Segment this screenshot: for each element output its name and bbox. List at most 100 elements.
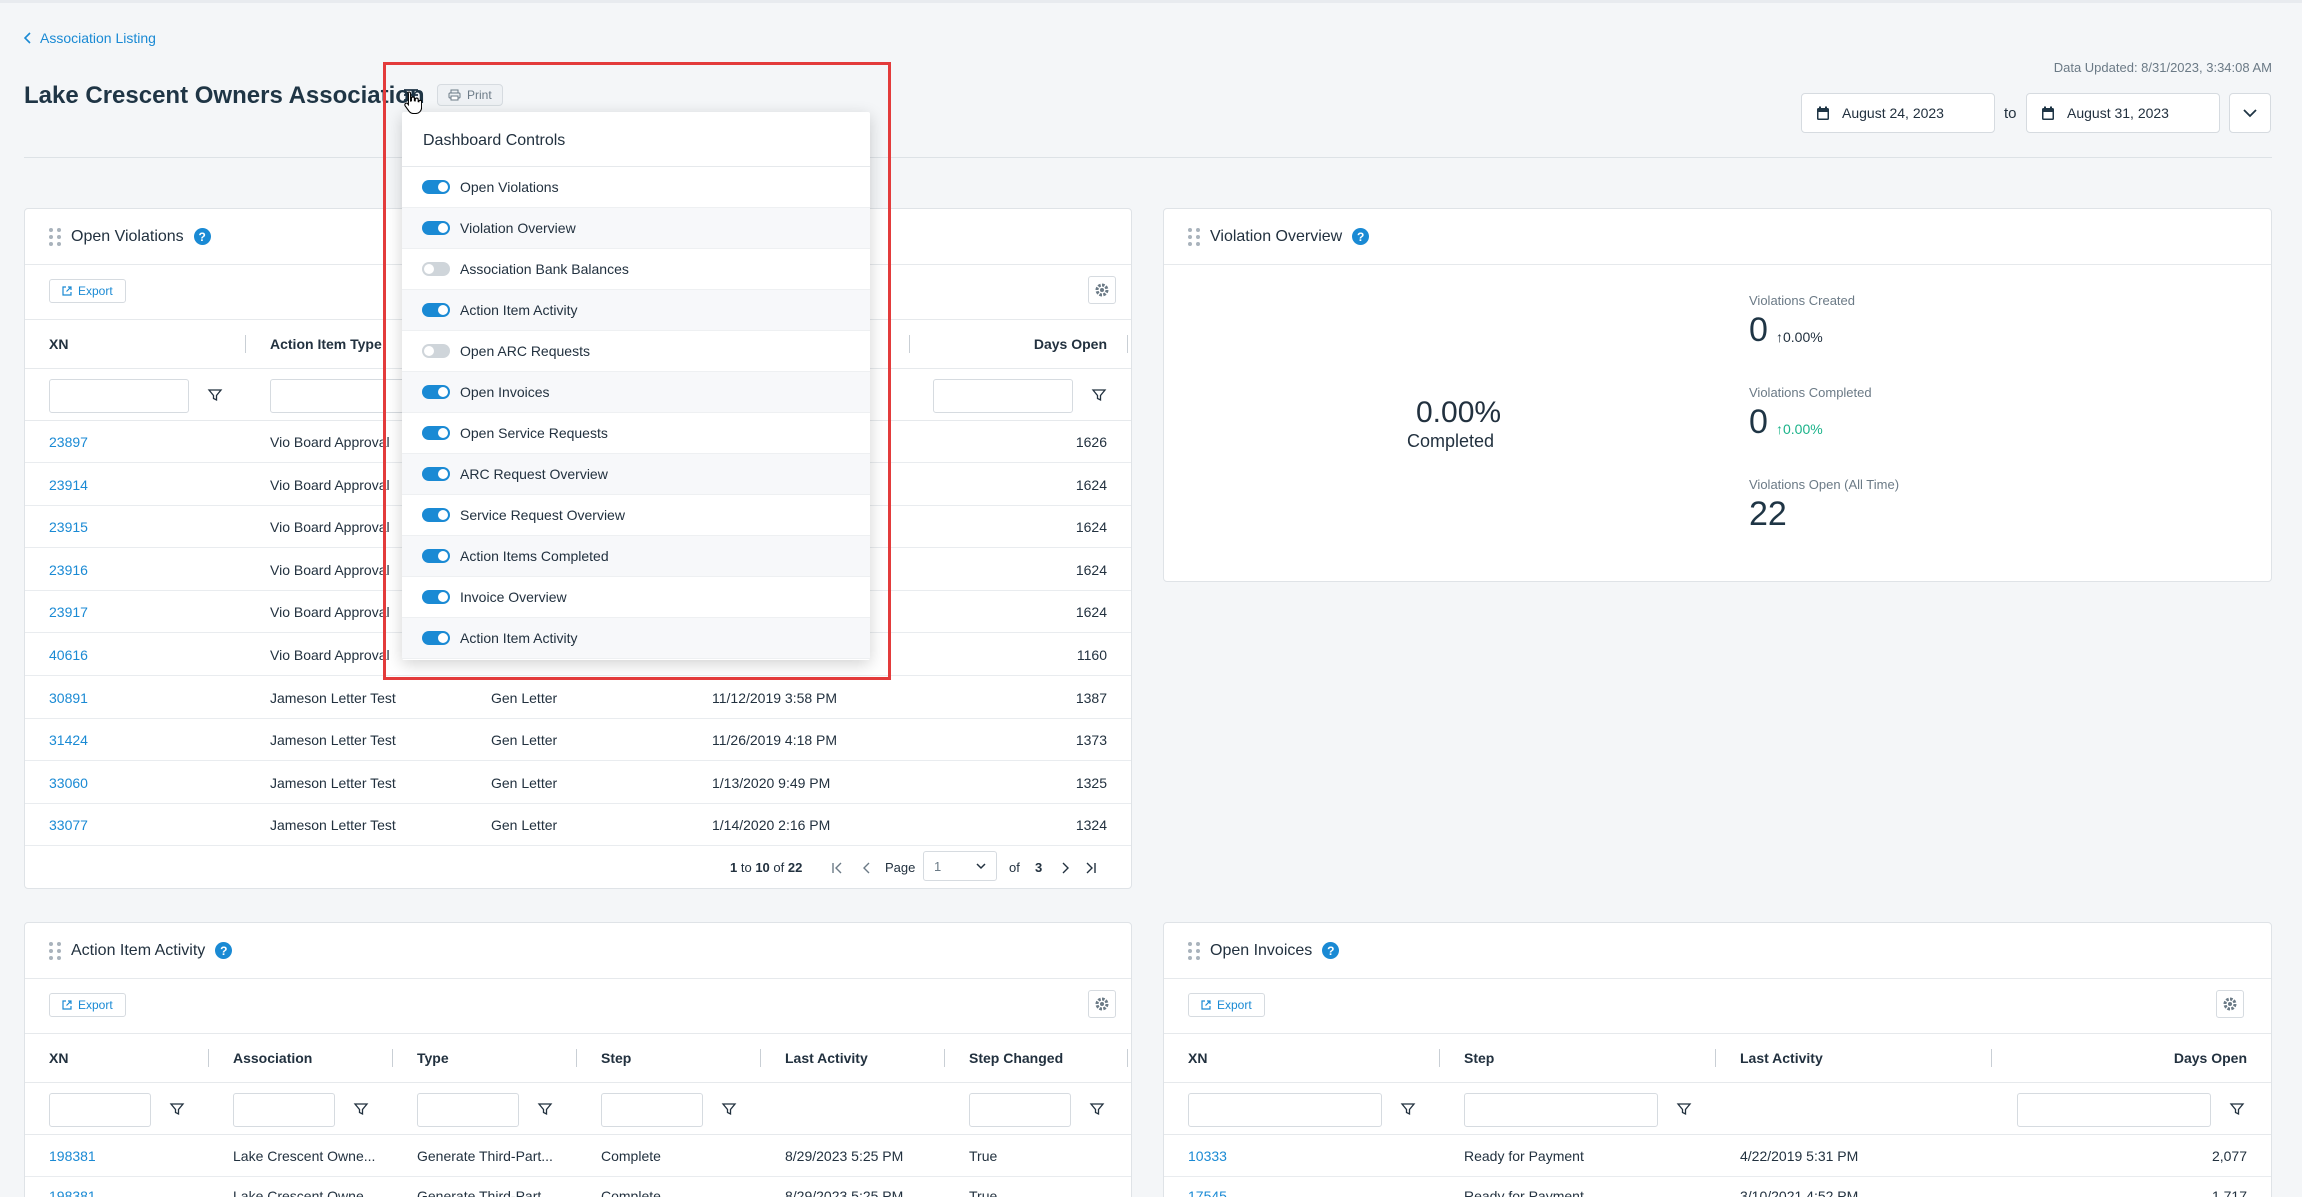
filter-days-open-input[interactable]	[933, 379, 1073, 413]
range-total: 22	[787, 860, 803, 875]
column-header-action-item-type[interactable]: Action Item Type	[270, 336, 382, 352]
help-icon[interactable]: ?	[215, 942, 233, 959]
column-header-step[interactable]: Step	[601, 1050, 631, 1066]
completed-percentage: 0.00%	[1416, 396, 1502, 429]
table-row[interactable]: 198381 Lake Crescent Owne... Generate Thir…	[25, 1175, 1131, 1197]
column-separator[interactable]	[1439, 1049, 1440, 1067]
settings-button[interactable]	[1088, 990, 1116, 1018]
last-page-icon[interactable]	[1085, 862, 1097, 874]
column-header-xn[interactable]: XN	[49, 1050, 68, 1066]
column-header-xn[interactable]: XN	[49, 336, 68, 352]
column-separator[interactable]	[1127, 335, 1128, 353]
xn-link[interactable]: 198381	[49, 1188, 96, 1197]
filter-icon[interactable]	[353, 1101, 369, 1117]
drag-handle-icon[interactable]	[49, 227, 61, 246]
table-row[interactable]: 33060 Jameson Letter Test Gen Letter 1/13/2…	[25, 762, 1131, 804]
pagination: 1 to 10 of 22 Page 1 of 3	[25, 841, 1131, 888]
filter-step-changed-input[interactable]	[969, 1093, 1071, 1127]
help-icon[interactable]: ?	[1352, 228, 1370, 245]
column-separator[interactable]	[576, 1049, 577, 1067]
drag-handle-icon[interactable]	[1188, 941, 1200, 960]
date-to-input[interactable]: August 31, 2023	[2026, 93, 2220, 133]
filter-type-input[interactable]	[417, 1093, 519, 1127]
filter-xn-input[interactable]	[49, 1093, 151, 1127]
next-page-icon[interactable]	[1059, 862, 1071, 874]
xn-link[interactable]: 40616	[49, 647, 88, 663]
page-select[interactable]: 1	[923, 851, 997, 881]
column-header-type[interactable]: Type	[417, 1050, 449, 1066]
column-separator[interactable]	[1991, 1049, 1992, 1067]
filter-association-input[interactable]	[233, 1093, 335, 1127]
table-row[interactable]: 30891 Jameson Letter Test Gen Letter 11/12/…	[25, 677, 1131, 719]
column-header-days-open[interactable]: Days Open	[2174, 1050, 2247, 1066]
violation-overview-panel: Violation Overview ? 0.00% Completed Vio…	[1163, 208, 2272, 582]
filter-step-input[interactable]	[601, 1093, 703, 1127]
table-row[interactable]: 198381 Lake Crescent Owne... Generate Thir…	[25, 1135, 1131, 1177]
column-separator[interactable]	[1715, 1049, 1716, 1067]
xn-link[interactable]: 17545	[1188, 1188, 1227, 1197]
xn-link[interactable]: 23915	[49, 519, 88, 535]
xn-link[interactable]: 198381	[49, 1148, 96, 1164]
previous-page-icon[interactable]	[861, 862, 873, 874]
step-changed-cell: True	[969, 1148, 998, 1164]
violations-created-label: Violations Created	[1749, 293, 1855, 308]
step-cell: Ready for Payment	[1464, 1188, 1584, 1197]
export-button[interactable]: Export	[49, 993, 126, 1017]
filter-icon[interactable]	[1676, 1101, 1692, 1117]
column-separator[interactable]	[245, 335, 246, 353]
column-separator[interactable]	[909, 335, 910, 353]
filter-xn-input[interactable]	[49, 379, 189, 413]
filter-icon[interactable]	[721, 1101, 737, 1117]
xn-link[interactable]: 30891	[49, 690, 88, 706]
table-row[interactable]: 10333 Ready for Payment 4/22/2019 5:31 PM 2…	[1164, 1135, 2271, 1177]
filter-step-input[interactable]	[1464, 1093, 1658, 1127]
filter-icon[interactable]	[537, 1101, 553, 1117]
column-separator[interactable]	[208, 1049, 209, 1067]
breadcrumb[interactable]: Association Listing	[24, 30, 156, 46]
filter-icon[interactable]	[2229, 1101, 2245, 1117]
date-range-dropdown-button[interactable]	[2229, 93, 2271, 133]
filter-icon[interactable]	[1091, 387, 1107, 403]
column-header-last-activity[interactable]: Last Activity	[785, 1050, 868, 1066]
column-header-association[interactable]: Association	[233, 1050, 312, 1066]
page-of-label: of	[1009, 860, 1020, 875]
filter-xn-input[interactable]	[1188, 1093, 1382, 1127]
table-row[interactable]: 31424 Jameson Letter Test Gen Letter 11/26/…	[25, 719, 1131, 762]
step-cell: Gen Letter	[491, 817, 558, 834]
export-button[interactable]: Export	[1188, 993, 1265, 1017]
filter-icon[interactable]	[169, 1101, 185, 1117]
export-button[interactable]: Export	[49, 279, 126, 303]
help-icon[interactable]: ?	[193, 228, 211, 245]
settings-button[interactable]	[1088, 276, 1116, 304]
xn-link[interactable]: 23916	[49, 562, 88, 578]
xn-link[interactable]: 10333	[1188, 1148, 1227, 1164]
column-separator[interactable]	[944, 1049, 945, 1067]
column-separator[interactable]	[1127, 1049, 1128, 1067]
help-icon[interactable]: ?	[1322, 942, 1340, 959]
column-separator[interactable]	[760, 1049, 761, 1067]
column-header-xn[interactable]: XN	[1188, 1050, 1207, 1066]
table-row[interactable]: 17545 Ready for Payment 3/10/2021 4:52 PM 1…	[1164, 1175, 2271, 1197]
filter-icon[interactable]	[1400, 1101, 1416, 1117]
filter-icon[interactable]	[207, 387, 223, 403]
first-page-icon[interactable]	[831, 862, 843, 874]
column-header-step[interactable]: Step	[1464, 1050, 1494, 1066]
settings-button[interactable]	[2216, 990, 2244, 1018]
date-from-input[interactable]: August 24, 2023	[1801, 93, 1995, 133]
xn-link[interactable]: 31424	[49, 732, 88, 748]
xn-link[interactable]: 33077	[49, 817, 88, 833]
range-of-label: of	[773, 860, 785, 875]
xn-link[interactable]: 33060	[49, 775, 88, 791]
column-header-days-open[interactable]: Days Open	[1034, 336, 1107, 352]
xn-link[interactable]: 23897	[49, 434, 88, 450]
column-header-last-activity[interactable]: Last Activity	[1740, 1050, 1823, 1066]
filter-icon[interactable]	[1089, 1101, 1105, 1117]
drag-handle-icon[interactable]	[49, 941, 61, 960]
column-header-step-changed[interactable]: Step Changed	[969, 1050, 1063, 1066]
xn-link[interactable]: 23917	[49, 604, 88, 620]
column-separator[interactable]	[392, 1049, 393, 1067]
violations-completed-delta: ↑0.00%	[1776, 421, 1823, 437]
xn-link[interactable]: 23914	[49, 477, 88, 493]
filter-days-open-input[interactable]	[2017, 1093, 2211, 1127]
drag-handle-icon[interactable]	[1188, 227, 1200, 246]
